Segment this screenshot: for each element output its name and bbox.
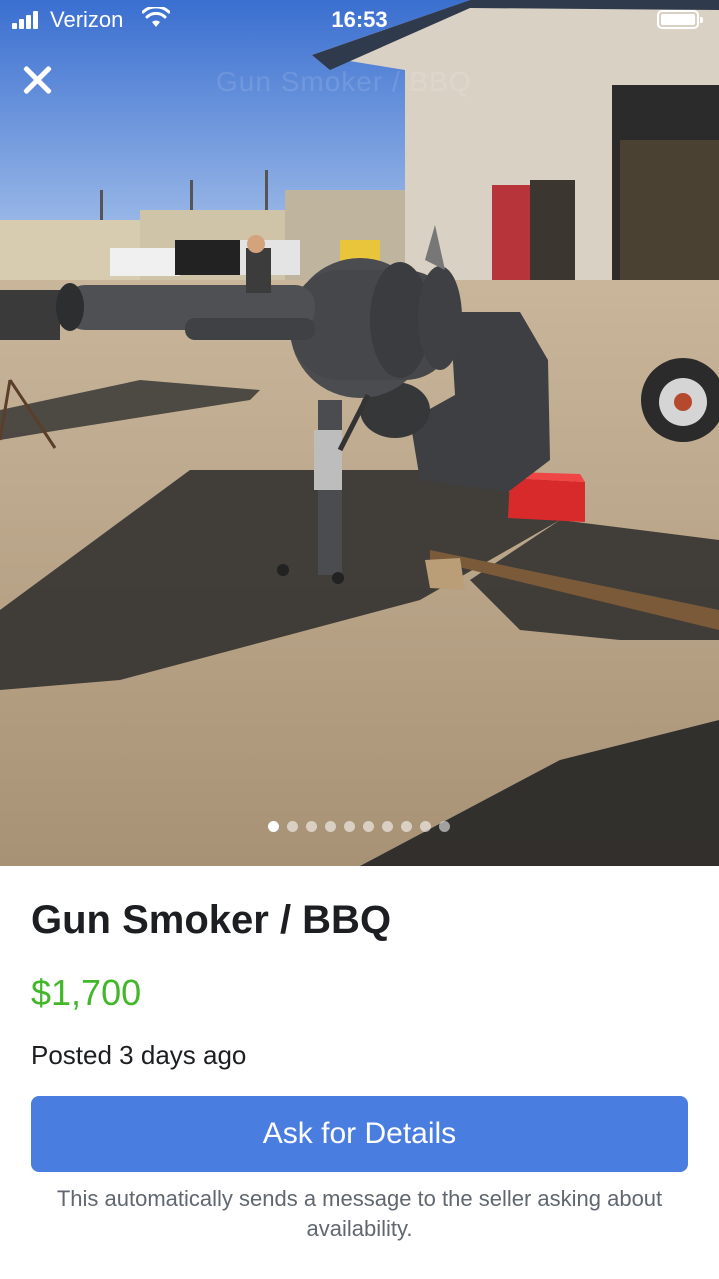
carousel-dot[interactable]: [325, 821, 336, 832]
status-time: 16:53: [331, 7, 388, 32]
carousel-dot[interactable]: [420, 821, 431, 832]
photo-watermark: Gun Smoker / BBQ: [216, 66, 472, 97]
carousel-dot[interactable]: [382, 821, 393, 832]
carousel-dot[interactable]: [268, 821, 279, 832]
listing-title: Gun Smoker / BBQ: [31, 898, 392, 942]
carousel-dot[interactable]: [287, 821, 298, 832]
ask-note: This automatically sends a message to th…: [56, 1186, 663, 1241]
posted-time: Posted 3 days ago: [31, 1040, 247, 1070]
carousel-dot[interactable]: [306, 821, 317, 832]
close-icon[interactable]: [20, 62, 56, 98]
carousel-dot[interactable]: [344, 821, 355, 832]
carousel-dot[interactable]: [401, 821, 412, 832]
smoker-photo: [0, 0, 719, 866]
carousel-dots[interactable]: [268, 821, 450, 832]
ask-for-details-button[interactable]: Ask for Details: [31, 1096, 688, 1172]
listing-photo[interactable]: Gun Smoker / BBQ: [0, 0, 719, 866]
carousel-dot[interactable]: [363, 821, 374, 832]
listing-price: $1,700: [31, 972, 142, 1013]
carousel-dot[interactable]: [439, 821, 450, 832]
battery-icon: [657, 10, 703, 29]
status-bar: Verizon 16:53: [0, 0, 719, 40]
